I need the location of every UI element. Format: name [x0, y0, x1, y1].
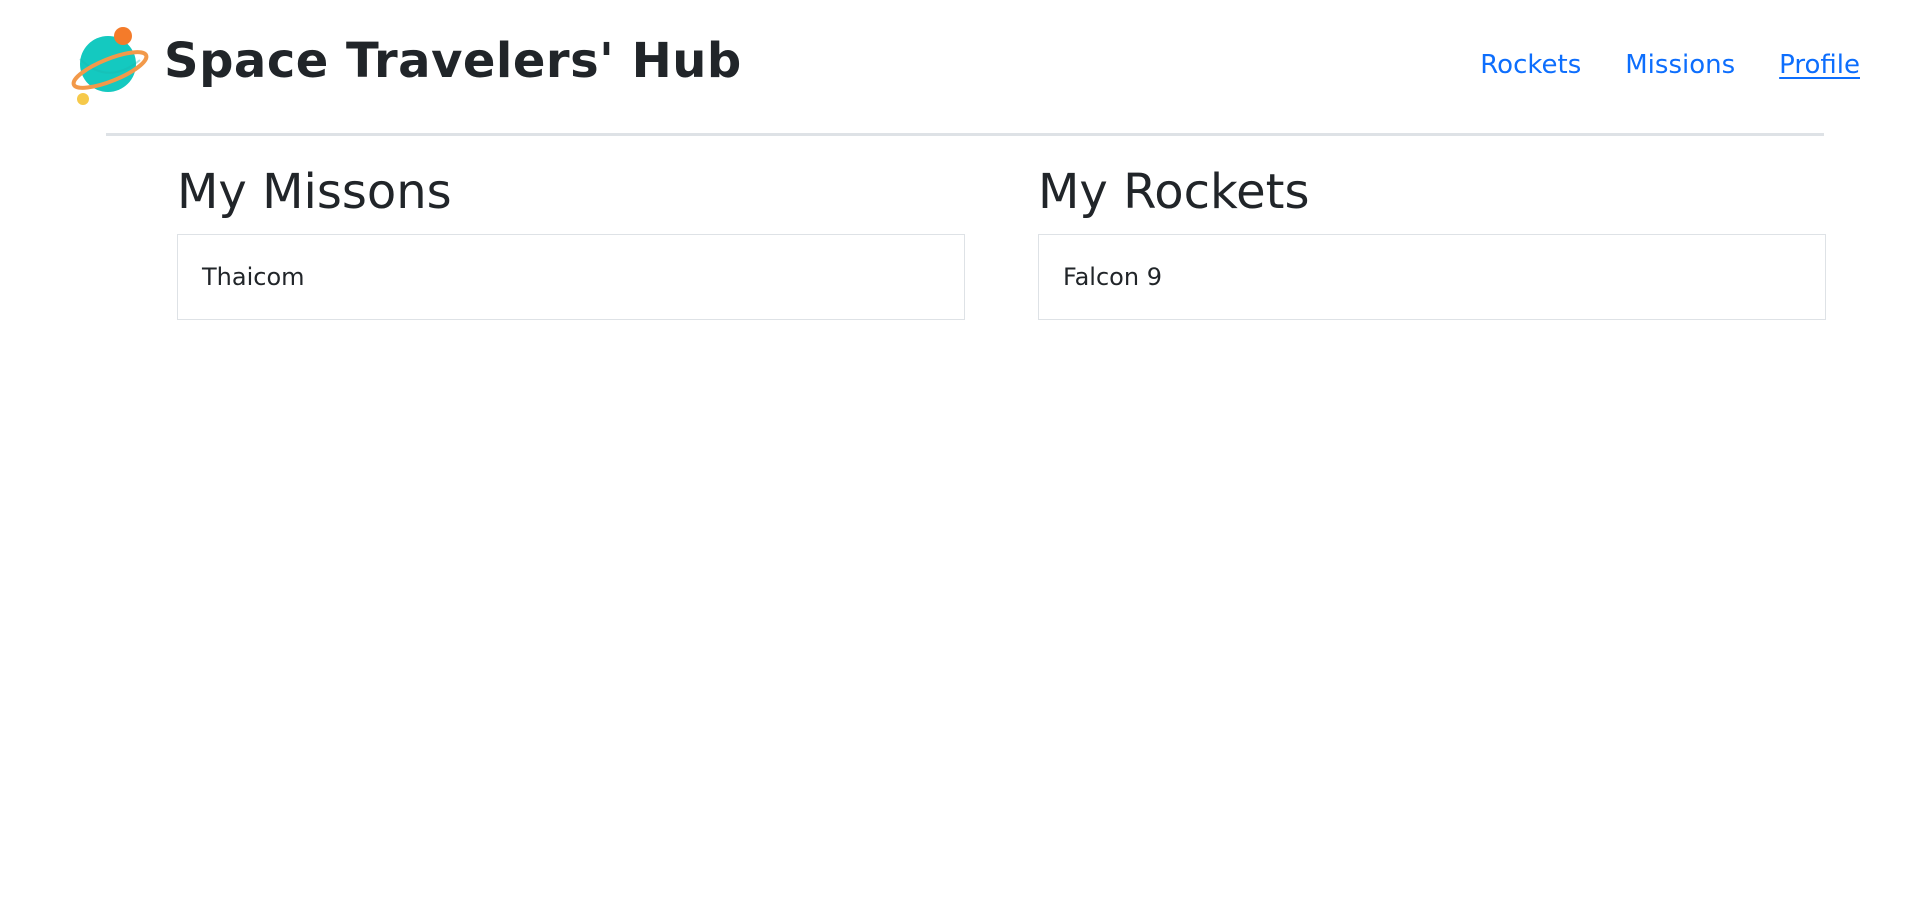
planet-icon	[71, 27, 149, 105]
brand[interactable]: Space Travelers' Hub	[70, 26, 742, 106]
my-rockets-section: My Rockets Falcon 9	[1038, 164, 1826, 320]
rockets-list: Falcon 9	[1038, 233, 1826, 320]
mission-list-item: Thaicom	[202, 262, 305, 291]
header-divider	[106, 133, 1824, 136]
main-nav: Rockets Missions Profile	[1480, 50, 1860, 81]
my-rockets-title: My Rockets	[1038, 164, 1310, 220]
missions-list: Thaicom	[177, 233, 965, 320]
nav-link-profile[interactable]: Profile	[1779, 50, 1860, 81]
my-missions-section: My Missons Thaicom	[177, 164, 965, 320]
site-title: Space Travelers' Hub	[164, 33, 742, 89]
header: Space Travelers' Hub Rockets Missions Pr…	[0, 0, 1920, 136]
nav-link-missions[interactable]: Missions	[1625, 50, 1735, 81]
nav-link-rockets[interactable]: Rockets	[1480, 50, 1581, 81]
my-missions-title: My Missons	[177, 164, 452, 220]
rocket-list-item: Falcon 9	[1063, 262, 1162, 291]
